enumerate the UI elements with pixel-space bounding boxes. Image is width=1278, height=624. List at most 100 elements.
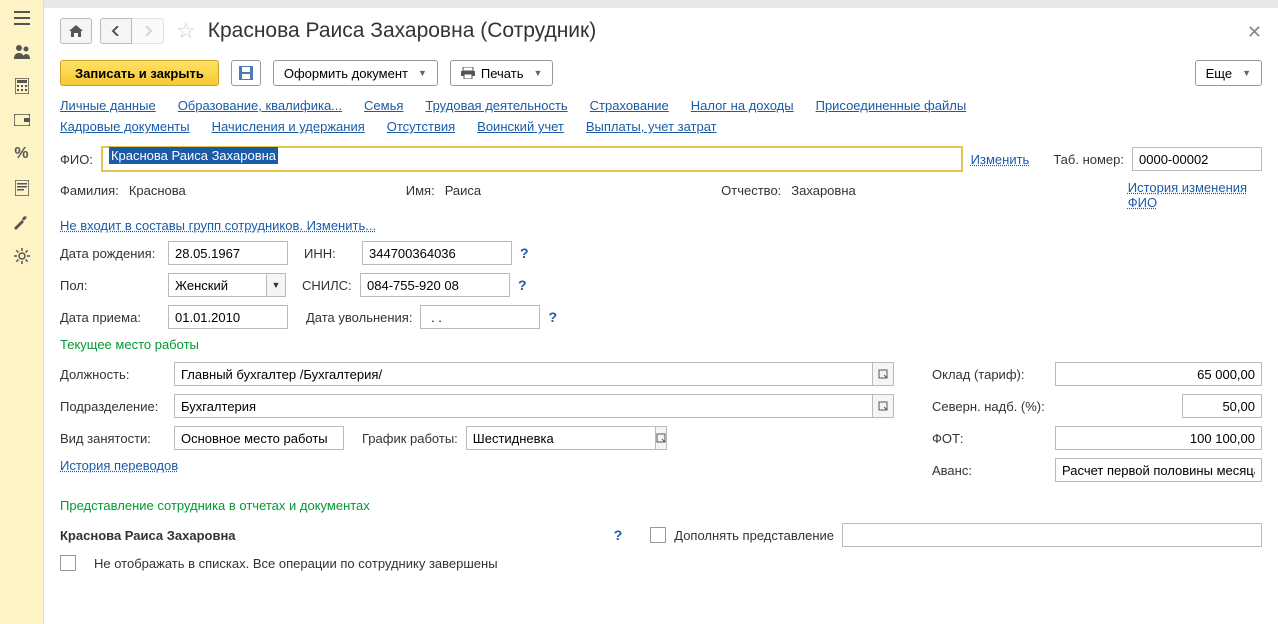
tab-family[interactable]: Семья (364, 98, 403, 113)
chevron-down-icon: ▼ (533, 68, 542, 78)
chevron-down-icon: ▼ (418, 68, 427, 78)
more-button[interactable]: Еще▼ (1195, 60, 1262, 86)
tab-insurance[interactable]: Страхование (590, 98, 669, 113)
hire-date-input[interactable] (168, 305, 288, 329)
help-icon[interactable]: ? (520, 245, 529, 261)
save-close-button[interactable]: Записать и закрыть (60, 60, 219, 86)
tab-labor[interactable]: Трудовая деятельность (425, 98, 567, 113)
snils-label: СНИЛС: (302, 278, 352, 293)
sex-input[interactable] (168, 273, 266, 297)
help-icon[interactable]: ? (548, 309, 557, 325)
fot-input[interactable] (1055, 426, 1262, 450)
sidebar: % (0, 0, 44, 624)
representation-section-title: Представление сотрудника в отчетах и док… (60, 498, 1262, 513)
help-icon[interactable]: ? (614, 527, 623, 543)
supplement-checkbox[interactable] (650, 527, 666, 543)
tabs-row-1: Личные данные Образование, квалифика... … (44, 96, 1278, 119)
hire-date-label: Дата приема: (60, 310, 160, 325)
tabnum-label: Таб. номер: (1053, 152, 1124, 167)
fio-history-link[interactable]: История изменения ФИО (1128, 180, 1262, 210)
calculator-icon[interactable] (12, 76, 32, 96)
schedule-input[interactable] (466, 426, 655, 450)
percent-icon[interactable]: % (12, 144, 32, 164)
tab-hr-docs[interactable]: Кадровые документы (60, 119, 190, 134)
tab-personal[interactable]: Личные данные (60, 98, 156, 113)
north-input[interactable] (1182, 394, 1262, 418)
department-label: Подразделение: (60, 399, 166, 414)
department-lookup-button[interactable] (872, 394, 894, 418)
tabnum-input[interactable] (1132, 147, 1262, 171)
users-icon[interactable] (12, 42, 32, 62)
help-icon[interactable]: ? (518, 277, 527, 293)
patronymic-label: Отчество: (721, 183, 781, 198)
sex-dropdown-button[interactable]: ▼ (266, 273, 286, 297)
main: ☆ Краснова Раиса Захаровна (Сотрудник) ✕… (44, 0, 1278, 624)
groups-link[interactable]: Не входит в составы групп сотрудников. И… (60, 218, 376, 233)
print-button[interactable]: Печать▼ (450, 60, 554, 86)
schedule-lookup-button[interactable] (655, 426, 667, 450)
tab-education[interactable]: Образование, квалифика... (178, 98, 342, 113)
gear-icon[interactable] (12, 246, 32, 266)
fire-date-input[interactable] (420, 305, 540, 329)
lastname-label: Фамилия: (60, 183, 119, 198)
workplace-section-title: Текущее место работы (60, 337, 1262, 352)
firstname-label: Имя: (406, 183, 435, 198)
schedule-label: График работы: (362, 431, 458, 446)
position-input[interactable] (174, 362, 872, 386)
chevron-down-icon: ▼ (1242, 68, 1251, 78)
employment-label: Вид занятости: (60, 431, 166, 446)
position-label: Должность: (60, 367, 166, 382)
salary-label: Оклад (тариф): (932, 367, 1047, 382)
transfers-link[interactable]: История переводов (60, 458, 178, 473)
inn-input[interactable] (362, 241, 512, 265)
save-button[interactable] (231, 60, 261, 86)
fio-change-link[interactable]: Изменить (971, 152, 1030, 167)
fot-label: ФОТ: (932, 431, 1047, 446)
forward-button[interactable] (132, 18, 164, 44)
salary-input[interactable] (1055, 362, 1262, 386)
close-icon[interactable]: ✕ (1247, 22, 1262, 43)
printer-icon (461, 67, 475, 79)
favorite-star-icon[interactable]: ☆ (176, 18, 196, 44)
department-input[interactable] (174, 394, 872, 418)
fio-label: ФИО: (60, 152, 93, 167)
tab-payments[interactable]: Выплаты, учет затрат (586, 119, 717, 134)
tab-accruals[interactable]: Начисления и удержания (212, 119, 365, 134)
back-button[interactable] (100, 18, 132, 44)
form-area: ФИО: Краснова Раиса Захаровна Изменить Т… (44, 140, 1278, 585)
tabs-row-2: Кадровые документы Начисления и удержани… (44, 119, 1278, 140)
menu-icon[interactable] (12, 8, 32, 28)
lastname-value: Краснова (129, 183, 186, 198)
toolbar: Записать и закрыть Оформить документ▼ Пе… (44, 54, 1278, 96)
topbar (44, 0, 1278, 8)
sex-label: Пол: (60, 278, 160, 293)
position-lookup-button[interactable] (872, 362, 894, 386)
north-label: Северн. надб. (%): (932, 399, 1047, 414)
fire-date-label: Дата увольнения: (306, 310, 412, 325)
hide-checkbox[interactable] (60, 555, 76, 571)
home-button[interactable] (60, 18, 92, 44)
firstname-value: Раиса (445, 183, 481, 198)
representation-value: Краснова Раиса Захаровна (60, 528, 236, 543)
supplement-input[interactable] (842, 523, 1262, 547)
supplement-label: Дополнять представление (674, 528, 834, 543)
birthdate-input[interactable] (168, 241, 288, 265)
wrench-icon[interactable] (12, 212, 32, 232)
tab-absences[interactable]: Отсутствия (387, 119, 455, 134)
advance-input[interactable] (1055, 458, 1262, 482)
page-title: Краснова Раиса Захаровна (Сотрудник) (208, 19, 596, 43)
reports-icon[interactable] (12, 178, 32, 198)
wallet-icon[interactable] (12, 110, 32, 130)
hide-label: Не отображать в списках. Все операции по… (94, 556, 498, 571)
tab-files[interactable]: Присоединенные файлы (816, 98, 967, 113)
inn-label: ИНН: (304, 246, 354, 261)
birthdate-label: Дата рождения: (60, 246, 160, 261)
create-document-button[interactable]: Оформить документ▼ (273, 60, 438, 86)
fio-input[interactable]: Краснова Раиса Захаровна (101, 146, 963, 172)
tab-tax[interactable]: Налог на доходы (691, 98, 794, 113)
snils-input[interactable] (360, 273, 510, 297)
header: ☆ Краснова Раиса Захаровна (Сотрудник) ✕ (44, 8, 1278, 54)
tab-military[interactable]: Воинский учет (477, 119, 564, 134)
employment-input[interactable] (174, 426, 344, 450)
advance-label: Аванс: (932, 463, 1047, 478)
